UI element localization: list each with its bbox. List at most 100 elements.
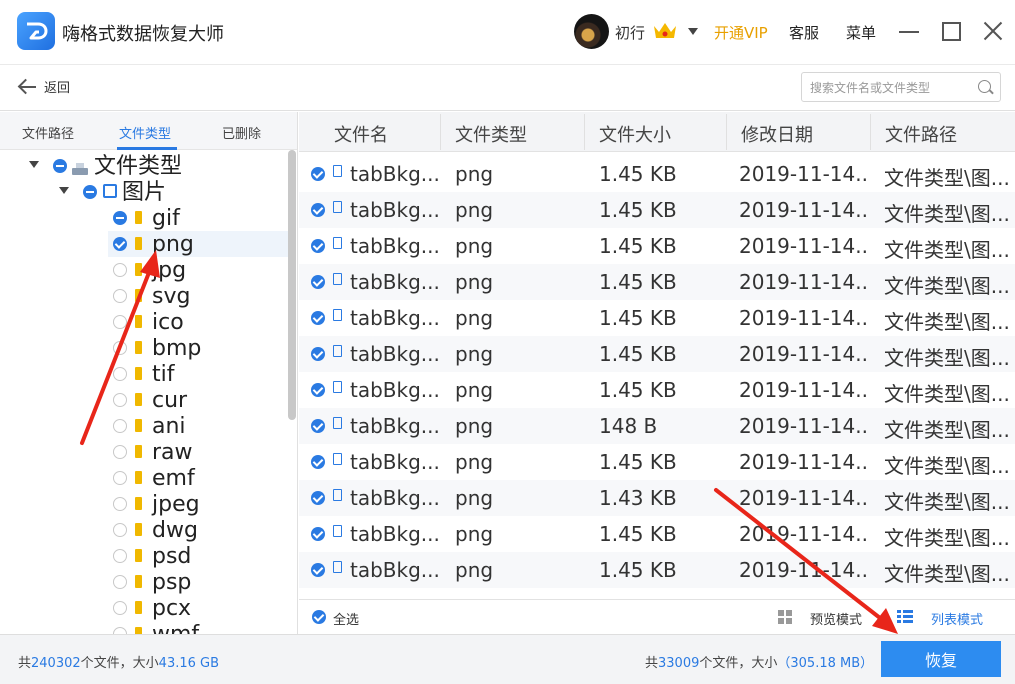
grid-icon[interactable] — [778, 610, 792, 624]
minimize-icon[interactable] — [899, 20, 921, 42]
avatar[interactable] — [574, 14, 609, 49]
tree-item-psp[interactable]: psp — [108, 569, 290, 595]
table-row[interactable]: tabBkg.... png 1.45 KB 2019-11-14... 文件类型\图.… — [299, 516, 1015, 552]
caret-down-icon[interactable] — [29, 161, 39, 168]
close-icon[interactable] — [982, 20, 1004, 42]
list-icon[interactable] — [897, 610, 913, 624]
column-header-date[interactable]: 修改日期 — [741, 121, 813, 147]
list-mode-button[interactable]: 列表模式 — [931, 609, 983, 628]
tree-item-checkbox[interactable] — [113, 497, 127, 511]
table-row[interactable]: tabBkg.... png 1.45 KB 2019-11-14... 文件类型\图.… — [299, 192, 1015, 228]
row-checkbox[interactable] — [311, 383, 325, 397]
tree-item-checkbox[interactable] — [113, 211, 127, 225]
tree-item-bmp[interactable]: bmp — [108, 335, 290, 361]
left-scrollbar[interactable] — [288, 150, 296, 420]
tree-item-checkbox[interactable] — [113, 549, 127, 563]
vip-link[interactable]: 开通VIP — [714, 22, 768, 43]
cell-file-type: png — [455, 270, 494, 294]
table-row[interactable]: tabBkg.... png 1.45 KB 2019-11-14... 文件类型\图.… — [299, 552, 1015, 588]
tree-item-emf[interactable]: emf — [108, 465, 290, 491]
table-row[interactable]: tabBkg.... png 1.45 KB 2019-11-14... 文件类型\图.… — [299, 300, 1015, 336]
tree-item-dwg[interactable]: dwg — [108, 517, 290, 543]
search-icon[interactable] — [978, 80, 991, 93]
tree-item-checkbox[interactable] — [113, 393, 127, 407]
table-row[interactable]: tabBkg.... png 1.45 KB 2019-11-14... 文件类型\图.… — [299, 228, 1015, 264]
tree-root[interactable]: 文件类型 — [0, 153, 290, 179]
tree-item-checkbox[interactable] — [113, 419, 127, 433]
row-checkbox[interactable] — [311, 347, 325, 361]
recover-button[interactable]: 恢复 — [881, 641, 1001, 677]
table-row[interactable]: tabBkg.... png 1.45 KB 2019-11-14... 文件类型\图.… — [299, 336, 1015, 372]
row-checkbox[interactable] — [311, 239, 325, 253]
service-link[interactable]: 客服 — [789, 22, 819, 43]
tab-file-type[interactable]: 文件类型 — [119, 123, 171, 142]
row-checkbox[interactable] — [311, 167, 325, 181]
tree-item-png[interactable]: png — [108, 231, 290, 257]
tree-item-ani[interactable]: ani — [108, 413, 290, 439]
cell-file-type: png — [455, 558, 494, 582]
tree-item-svg[interactable]: svg — [108, 283, 290, 309]
table-row[interactable]: tabBkg.... png 1.45 KB 2019-11-14... 文件类型\图.… — [299, 156, 1015, 192]
preview-mode-button[interactable]: 预览模式 — [810, 609, 862, 628]
search-input[interactable] — [810, 79, 970, 97]
table-row[interactable]: tabBkg.... png 1.43 KB 2019-11-14... 文件类型\图.… — [299, 480, 1015, 516]
tree-item-checkbox[interactable] — [113, 341, 127, 355]
menu-link[interactable]: 菜单 — [846, 22, 876, 43]
user-name[interactable]: 初行 — [615, 22, 645, 43]
tree-item-checkbox[interactable] — [113, 601, 127, 615]
tree-item-checkbox[interactable] — [113, 289, 127, 303]
tree-item-checkbox[interactable] — [113, 471, 127, 485]
column-divider[interactable] — [440, 114, 441, 150]
row-checkbox[interactable] — [311, 455, 325, 469]
table-row[interactable]: tabBkg.... png 1.45 KB 2019-11-14... 文件类型\图.… — [299, 372, 1015, 408]
table-row[interactable]: tabBkg.... png 148 B 2019-11-14... 文件类型\图... — [299, 408, 1015, 444]
tree-item-checkbox[interactable] — [113, 627, 127, 634]
tree-item-checkbox[interactable] — [113, 523, 127, 537]
tab-file-path[interactable]: 文件路径 — [22, 123, 74, 142]
column-divider[interactable] — [870, 114, 871, 150]
tree-item-psd[interactable]: psd — [108, 543, 290, 569]
row-checkbox[interactable] — [311, 491, 325, 505]
caret-down-icon[interactable] — [59, 187, 69, 194]
tree-item-pcx[interactable]: pcx — [108, 595, 290, 621]
tree-item-checkbox[interactable] — [113, 445, 127, 459]
row-checkbox[interactable] — [311, 419, 325, 433]
row-checkbox[interactable] — [311, 203, 325, 217]
column-divider[interactable] — [584, 114, 585, 150]
tree-item-checkbox[interactable] — [113, 263, 127, 277]
tree-item-checkbox[interactable] — [113, 237, 127, 251]
image-file-icon — [333, 381, 342, 393]
row-checkbox[interactable] — [311, 527, 325, 541]
column-header-size[interactable]: 文件大小 — [599, 121, 671, 147]
column-divider[interactable] — [726, 114, 727, 150]
chevron-down-icon[interactable] — [688, 28, 698, 35]
row-checkbox[interactable] — [311, 311, 325, 325]
root-checkbox[interactable] — [53, 159, 67, 173]
maximize-icon[interactable] — [942, 22, 961, 41]
tree-group[interactable]: 图片 — [0, 179, 290, 205]
group-checkbox[interactable] — [83, 185, 97, 199]
column-header-type[interactable]: 文件类型 — [455, 121, 527, 147]
tree-item-checkbox[interactable] — [113, 315, 127, 329]
tree-item-tif[interactable]: tif — [108, 361, 290, 387]
row-checkbox[interactable] — [311, 275, 325, 289]
tree-item-jpeg[interactable]: jpeg — [108, 491, 290, 517]
column-header-path[interactable]: 文件路径 — [885, 121, 957, 147]
table-row[interactable]: tabBkg.... png 1.45 KB 2019-11-14... 文件类型\图.… — [299, 444, 1015, 480]
row-checkbox[interactable] — [311, 563, 325, 577]
back-button[interactable]: 返回 — [18, 77, 70, 96]
table-row[interactable]: tabBkg.... png 1.45 KB 2019-11-14... 文件类型\图.… — [299, 264, 1015, 300]
column-header-name[interactable]: 文件名 — [334, 121, 388, 147]
tree-item-ico[interactable]: ico — [108, 309, 290, 335]
select-all-label[interactable]: 全选 — [333, 609, 359, 628]
tree-item-raw[interactable]: raw — [108, 439, 290, 465]
tab-deleted[interactable]: 已删除 — [222, 123, 261, 142]
tree-item-wmf[interactable]: wmf — [108, 621, 290, 634]
tree-item-gif[interactable]: gif — [108, 205, 290, 231]
tree-item-checkbox[interactable] — [113, 367, 127, 381]
select-all-checkbox[interactable] — [312, 610, 326, 624]
cell-file-path: 文件类型\图... — [884, 526, 1008, 550]
tree-item-jpg[interactable]: jpg — [108, 257, 290, 283]
tree-item-cur[interactable]: cur — [108, 387, 290, 413]
tree-item-checkbox[interactable] — [113, 575, 127, 589]
